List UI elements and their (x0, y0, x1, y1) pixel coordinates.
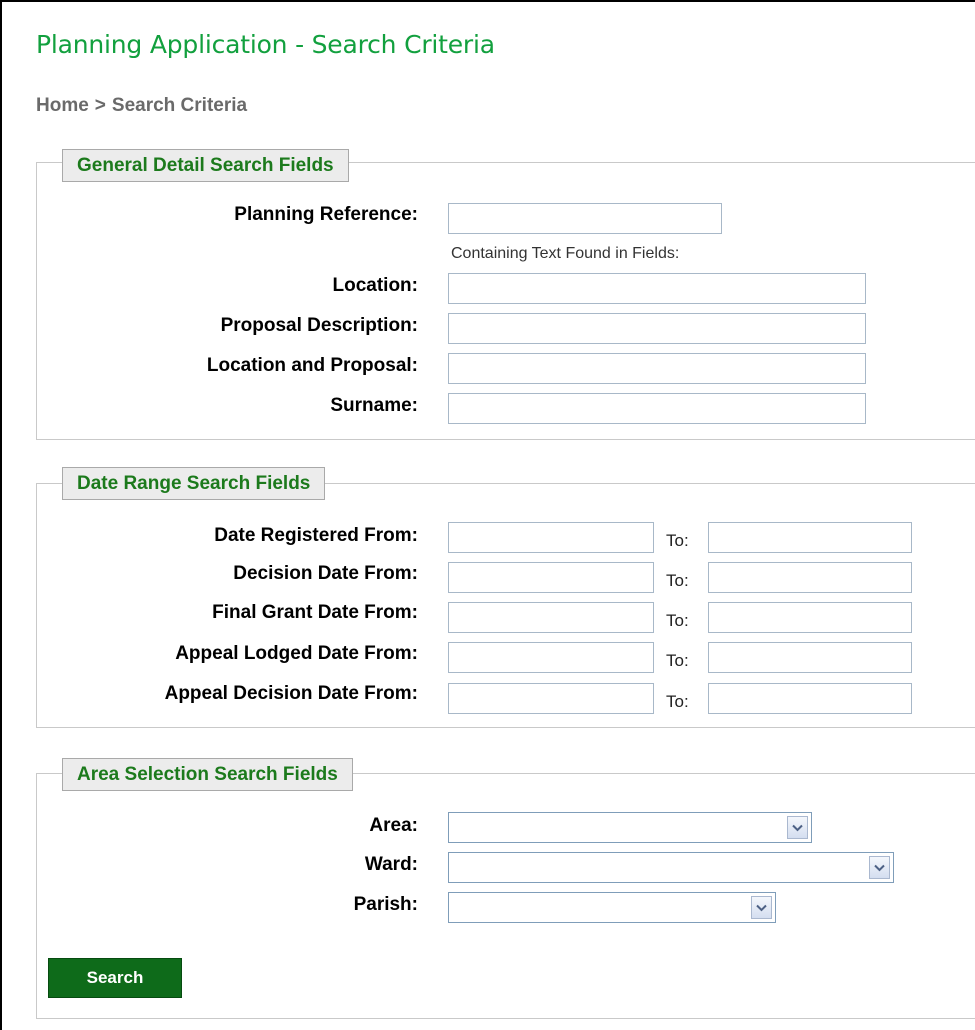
parish-label: Parish: (353, 894, 418, 915)
appeal-lodged-date-to-input[interactable] (708, 642, 912, 673)
date-registered-from-label: Date Registered From: (214, 525, 418, 546)
chevron-down-icon[interactable] (787, 816, 808, 839)
date-registered-from-input[interactable] (448, 522, 654, 553)
page-title: Planning Application - Search Criteria (36, 30, 495, 59)
appeal-lodged-date-from-label: Appeal Lodged Date From: (175, 643, 418, 664)
date-registered-to-input[interactable] (708, 522, 912, 553)
appeal-decision-date-from-label: Appeal Decision Date From: (164, 683, 418, 704)
appeal-decision-date-from-input[interactable] (448, 683, 654, 714)
breadcrumb-home-link[interactable]: Home (36, 95, 89, 116)
location-label: Location: (332, 275, 419, 296)
decision-date-from-label: Decision Date From: (233, 563, 418, 584)
surname-label: Surname: (330, 395, 418, 416)
containing-text-hint: Containing Text Found in Fields: (451, 245, 680, 262)
appeal-lodged-date-to-label: To: (666, 651, 689, 670)
final-grant-date-to-input[interactable] (708, 602, 912, 633)
area-selection-legend: Area Selection Search Fields (62, 758, 353, 791)
surname-input[interactable] (448, 393, 866, 424)
final-grant-date-from-input[interactable] (448, 602, 654, 633)
planning-reference-label: Planning Reference: (234, 204, 418, 225)
date-range-legend: Date Range Search Fields (62, 467, 326, 500)
proposal-description-input[interactable] (448, 313, 866, 344)
breadcrumb-separator: > (94, 95, 106, 116)
location-and-proposal-input[interactable] (448, 353, 866, 384)
breadcrumb-current: Search Criteria (111, 95, 248, 116)
area-select[interactable] (448, 812, 812, 843)
appeal-lodged-date-from-input[interactable] (448, 642, 654, 673)
search-button[interactable]: Search (48, 958, 182, 998)
general-detail-legend: General Detail Search Fields (62, 149, 349, 182)
page-frame: Planning Application - Search Criteria H… (0, 0, 975, 1030)
final-grant-date-to-label: To: (666, 611, 689, 630)
appeal-decision-date-to-input[interactable] (708, 683, 912, 714)
chevron-down-icon[interactable] (751, 896, 772, 919)
chevron-down-icon[interactable] (869, 856, 890, 879)
ward-label: Ward: (364, 854, 418, 875)
decision-date-to-label: To: (666, 571, 689, 590)
ward-select[interactable] (448, 852, 894, 883)
final-grant-date-from-label: Final Grant Date From: (212, 602, 418, 623)
breadcrumb: Home > Search Criteria (36, 95, 247, 117)
decision-date-to-input[interactable] (708, 562, 912, 593)
parish-select[interactable] (448, 892, 776, 923)
location-and-proposal-label: Location and Proposal: (206, 355, 418, 376)
proposal-description-label: Proposal Description: (220, 315, 418, 336)
decision-date-from-input[interactable] (448, 562, 654, 593)
date-registered-to-label: To: (666, 531, 689, 550)
planning-reference-input[interactable] (448, 203, 722, 234)
area-label: Area: (369, 815, 418, 836)
appeal-decision-date-to-label: To: (666, 692, 689, 711)
location-input[interactable] (448, 273, 866, 304)
